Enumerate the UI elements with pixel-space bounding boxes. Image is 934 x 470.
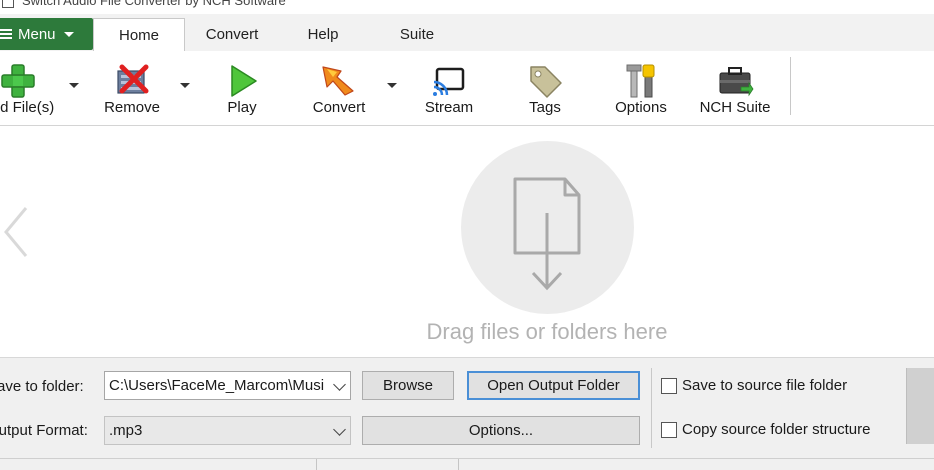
add-files-button[interactable]: Add File(s) — [0, 51, 68, 123]
tags-label: Tags — [529, 99, 561, 116]
tag-icon — [525, 61, 565, 101]
tools-icon — [621, 61, 661, 101]
chevron-left-icon[interactable] — [0, 204, 30, 260]
chevron-down-icon — [333, 423, 346, 436]
checkbox-box[interactable] — [661, 421, 677, 438]
remove-icon — [112, 61, 152, 101]
browse-button[interactable]: Browse — [362, 371, 454, 400]
stream-label: Stream — [424, 99, 474, 116]
drop-hint: Drag files or folders here — [426, 319, 668, 344]
tab-help[interactable]: Help — [290, 18, 356, 51]
tab-bar: Menu Home Convert Help Suite — [0, 14, 934, 52]
convert-action-button[interactable] — [906, 368, 934, 444]
save-to-source-checkbox[interactable]: Save to source file folder — [661, 377, 847, 394]
play-icon — [222, 61, 262, 101]
menu-button[interactable]: Menu — [0, 18, 93, 50]
status-bar — [0, 458, 934, 470]
copy-structure-checkbox[interactable]: Copy source folder structure — [661, 421, 870, 438]
remove-button[interactable]: Remove — [96, 51, 168, 123]
file-list-area[interactable]: Drag files or folders here — [0, 126, 934, 357]
remove-dropdown-icon[interactable] — [180, 83, 190, 88]
title-bar: Switch Audio File Converter by NCH Softw… — [0, 0, 934, 14]
play-button[interactable]: Play — [208, 51, 276, 123]
chevron-down-icon — [63, 31, 74, 37]
output-format-value: .mp3 — [109, 422, 143, 439]
nch-suite-label: NCH Suite — [699, 99, 771, 116]
convert-dropdown-icon[interactable] — [387, 83, 397, 88]
tags-button[interactable]: Tags — [510, 51, 580, 123]
plus-icon — [0, 61, 38, 101]
stream-button[interactable]: Stream — [414, 51, 484, 123]
format-options-button[interactable]: Options... — [362, 416, 640, 445]
remove-label: Remove — [104, 99, 160, 116]
app-icon — [2, 0, 14, 8]
chevron-down-icon — [333, 378, 346, 391]
nch-suite-button[interactable]: NCH Suite — [692, 51, 778, 123]
options-button[interactable]: Options — [606, 51, 676, 123]
output-folder-combo[interactable]: C:\Users\FaceMe_Marcom\Music — [104, 371, 351, 400]
toolbox-icon — [715, 61, 755, 101]
output-format-combo[interactable]: .mp3 — [104, 416, 351, 445]
add-files-label: Add File(s) — [0, 99, 55, 116]
options-label: Options — [615, 99, 667, 116]
checkbox-box[interactable] — [661, 377, 677, 394]
convert-button[interactable]: Convert — [300, 51, 378, 123]
tab-suite[interactable]: Suite — [383, 18, 451, 51]
window-title: Switch Audio File Converter by NCH Softw… — [22, 0, 286, 8]
hamburger-icon — [0, 28, 12, 40]
open-output-folder-button[interactable]: Open Output Folder — [467, 371, 640, 400]
panel-divider — [651, 368, 652, 448]
tab-convert[interactable]: Convert — [188, 18, 276, 51]
drop-target[interactable] — [461, 141, 634, 314]
add-files-dropdown-icon[interactable] — [69, 83, 79, 88]
status-divider — [316, 459, 317, 470]
file-download-icon — [513, 177, 581, 291]
ribbon-divider — [790, 57, 791, 115]
cast-icon — [429, 61, 469, 101]
save-to-source-label: Save to source file folder — [682, 377, 848, 394]
convert-label: Convert — [312, 99, 366, 116]
menu-label: Menu — [18, 25, 56, 43]
output-settings-panel: Save to folder: C:\Users\FaceMe_Marcom\M… — [0, 357, 934, 458]
output-format-label: Output Format: — [0, 422, 88, 439]
convert-icon — [319, 61, 359, 101]
output-folder-value: C:\Users\FaceMe_Marcom\Music — [109, 377, 324, 394]
status-divider — [458, 459, 459, 470]
tab-home[interactable]: Home — [93, 18, 185, 52]
ribbon-toolbar: Add File(s) Remove Play — [0, 51, 934, 126]
play-label: Play — [227, 99, 257, 116]
save-to-folder-label: Save to folder: — [0, 378, 84, 395]
copy-structure-label: Copy source folder structure — [682, 421, 871, 438]
